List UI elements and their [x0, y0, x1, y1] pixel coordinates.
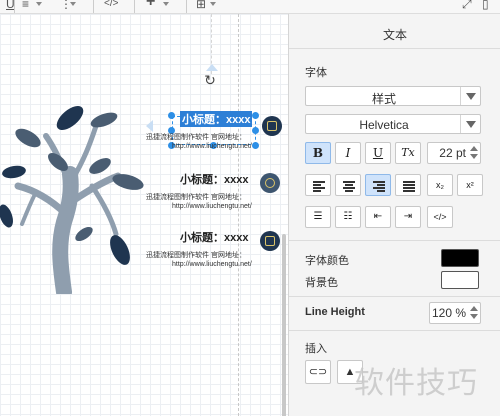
- item-description[interactable]: 迅捷流程图制作软件 官网地址：: [146, 193, 246, 202]
- background-color-label: 背景色: [305, 277, 338, 289]
- code-icon[interactable]: </>: [104, 0, 118, 11]
- numbered-list-icon: ☰: [313, 211, 323, 222]
- font-color-swatch[interactable]: [441, 249, 479, 267]
- watermark: 软件技巧: [354, 366, 478, 401]
- style-select[interactable]: 样式: [305, 86, 481, 106]
- stepper-icon[interactable]: [469, 145, 479, 161]
- line-height-label: Line Height: [305, 306, 365, 318]
- item-description[interactable]: 迅捷流程图制作软件 官网地址：: [146, 133, 246, 142]
- chevron-down-icon[interactable]: [460, 115, 480, 133]
- superscript-button[interactable]: x²: [457, 174, 483, 196]
- insert-section-label: 插入: [305, 343, 327, 355]
- font-size-value: 22 pt: [439, 146, 466, 160]
- item-title[interactable]: 小标题：xxxx: [180, 171, 248, 187]
- toolbar-divider: [134, 0, 135, 13]
- toolbar-divider: [186, 0, 187, 13]
- bullet-list-button[interactable]: ☷: [335, 206, 361, 228]
- link-icon: ⊂⊃: [308, 366, 328, 378]
- font-color-label: 字体颜色: [305, 255, 349, 267]
- diagram-canvas[interactable]: ↻ 小标题：xxxx 迅捷流程图制作软件 官网地址： http://www.li…: [0, 14, 288, 416]
- chevron-down-icon[interactable]: [163, 2, 169, 6]
- bullet-list-icon: ☷: [343, 211, 353, 222]
- justify-icon: [403, 181, 415, 192]
- add-icon[interactable]: +: [146, 0, 155, 10]
- panel-title: 文本: [382, 28, 407, 42]
- tree-illustration[interactable]: [0, 94, 160, 294]
- italic-button[interactable]: I: [335, 142, 361, 164]
- bold-button[interactable]: B: [305, 142, 331, 164]
- format-panel: 文本 字体 样式 Helvetica B I U Tx 22 pt x₂ x² …: [288, 14, 500, 416]
- table-icon[interactable]: ⊞: [196, 0, 206, 11]
- toolbar-divider: [93, 0, 94, 13]
- indent-button[interactable]: ⇥: [395, 206, 421, 228]
- font-family-value: Helvetica: [359, 118, 409, 132]
- divider: [289, 48, 500, 49]
- insert-link-button[interactable]: ⊂⊃: [305, 360, 331, 384]
- divider: [289, 330, 500, 331]
- line-height-value: 120 %: [431, 306, 466, 320]
- align-left-icon: [313, 181, 325, 192]
- item-url[interactable]: http://www.liuchengtu.net/: [172, 142, 252, 151]
- item-url[interactable]: http://www.liuchengtu.net/: [172, 260, 252, 269]
- resize-handle[interactable]: [252, 127, 259, 134]
- chevron-down-icon[interactable]: [460, 87, 480, 105]
- chevron-down-icon[interactable]: [70, 2, 76, 6]
- canvas-scrollbar[interactable]: [282, 234, 286, 416]
- justify-button[interactable]: [395, 174, 421, 196]
- resize-handle[interactable]: [252, 142, 259, 149]
- item-title-selected[interactable]: 小标题：xxxx: [180, 111, 253, 127]
- fit-page-icon[interactable]: ⤢: [462, 0, 472, 11]
- connect-arrow-left[interactable]: [146, 120, 153, 132]
- divider: [289, 240, 500, 241]
- stepper-icon[interactable]: [469, 305, 479, 321]
- html-button[interactable]: </>: [427, 206, 453, 228]
- chevron-down-icon[interactable]: [36, 2, 42, 6]
- outdent-icon: ⇤: [373, 211, 383, 222]
- subscript-button[interactable]: x₂: [427, 174, 453, 196]
- font-family-select[interactable]: Helvetica: [305, 114, 481, 134]
- outdent-button[interactable]: ⇤: [365, 206, 391, 228]
- item-description[interactable]: 迅捷流程图制作软件 官网地址：: [146, 251, 246, 260]
- panel-toggle-icon[interactable]: ▯: [482, 0, 489, 11]
- item-url[interactable]: http://www.liuchengtu.net/: [172, 202, 252, 211]
- list-icon[interactable]: [262, 116, 282, 136]
- document-icon[interactable]: [260, 231, 280, 251]
- align-left-button[interactable]: [305, 174, 331, 196]
- alignment-guide: [238, 14, 239, 416]
- font-section-label: 字体: [305, 67, 327, 79]
- toolbar-divider: [14, 0, 15, 13]
- item-title[interactable]: 小标题：xxxx: [180, 229, 248, 245]
- rotate-handle-icon[interactable]: ↻: [202, 72, 218, 88]
- divider: [289, 296, 500, 297]
- resize-handle[interactable]: [168, 112, 175, 119]
- numbered-list-button[interactable]: ☰: [305, 206, 331, 228]
- align-center-button[interactable]: [335, 174, 361, 196]
- indent-icon: ⇥: [403, 211, 413, 222]
- font-size-input[interactable]: 22 pt: [427, 142, 481, 164]
- resize-handle[interactable]: [252, 112, 259, 119]
- clock-icon[interactable]: [260, 173, 280, 193]
- style-select-value: 样式: [371, 92, 396, 106]
- align-center-icon: [343, 181, 355, 192]
- align-right-icon: [373, 181, 385, 192]
- top-toolbar: U ≡ ⋮ </> + ⊞ ⤢ ▯: [0, 0, 500, 14]
- clear-format-button[interactable]: Tx: [395, 142, 421, 164]
- underline-button[interactable]: U: [365, 142, 391, 164]
- align-menu-icon[interactable]: ≡: [22, 0, 29, 11]
- background-color-swatch[interactable]: [441, 271, 479, 289]
- line-height-input[interactable]: 120 %: [429, 302, 481, 324]
- align-right-button[interactable]: [365, 174, 391, 196]
- connect-arrow-up[interactable]: [206, 64, 218, 71]
- chevron-down-icon[interactable]: [210, 2, 216, 6]
